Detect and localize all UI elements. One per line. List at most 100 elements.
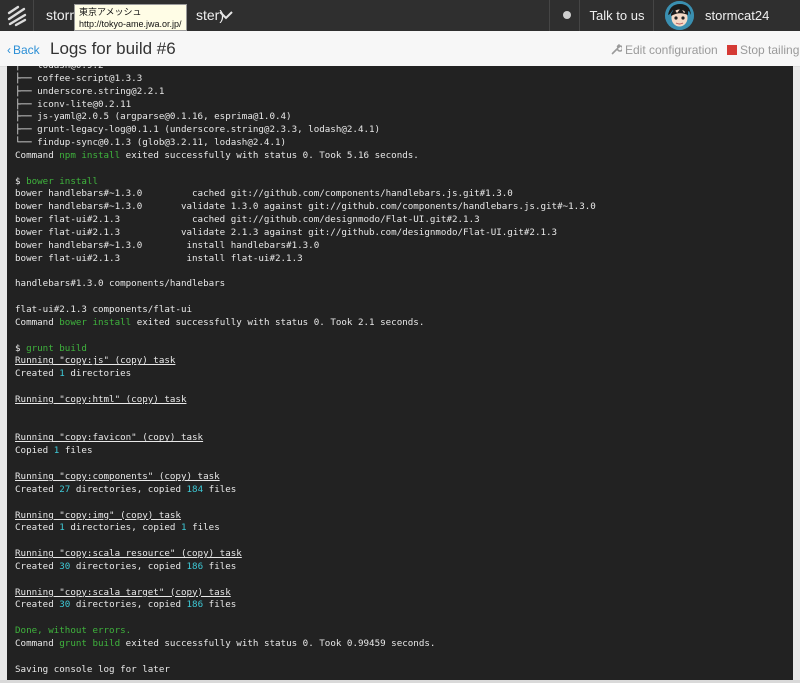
console-text: directories, copied [70, 483, 187, 495]
console-line: Created 30 directories, copied 186 files [15, 599, 596, 612]
console-text: handlebars#1.3.0 components/handlebars [15, 278, 226, 290]
console-line: flat-ui#2.1.3 components/flat-ui [15, 304, 596, 317]
status-dot-icon [563, 11, 571, 19]
console-text: bower flat-ui#2.1.3 validate 2.1.3 again… [15, 226, 558, 238]
browser-tooltip: 東京アメッシュ http://tokyo-ame.jwa.or.jp/ [74, 4, 187, 31]
chevron-down-icon[interactable] [218, 9, 234, 21]
console-text: Saving console log for later [15, 663, 170, 675]
talk-to-us-link[interactable]: Talk to us [582, 0, 652, 31]
console-text: Running "copy:components" (copy) task [15, 471, 220, 482]
console-line: Running "copy:scala_resource" (copy) tas… [15, 548, 596, 561]
console-text: 30 [59, 599, 71, 611]
console-line: ├── js-yaml@2.0.5 (argparse@0.1.16, espr… [15, 111, 596, 124]
stop-tailing-button[interactable]: Stop tailing [727, 31, 799, 67]
console-text: $ [15, 175, 27, 187]
console-line: Running "copy:scala_target" (copy) task [15, 587, 596, 600]
console-text: grunt build [59, 637, 121, 649]
console-line: └── findup-sync@0.1.3 (glob@3.2.11, loda… [15, 137, 596, 150]
console-text: bower install [59, 316, 132, 328]
console-line: bower flat-ui#2.1.3 install flat-ui#2.1.… [15, 253, 596, 266]
console-line: bower handlebars#~1.3.0 install handleba… [15, 240, 596, 253]
edit-configuration-label: Edit configuration [625, 43, 718, 57]
console-line: bower handlebars#~1.3.0 cached git://git… [15, 188, 596, 201]
console-text: directories, copied [70, 599, 187, 611]
console-text: Running "copy:favicon" (copy) task [15, 432, 204, 444]
console-line: Running "copy:js" (copy) task [15, 355, 596, 368]
console-text: Running "copy:js" (copy) task [15, 355, 176, 367]
back-chevron-icon: ‹ [7, 43, 11, 57]
console-text: Running "copy:scala_target" (copy) task [15, 586, 231, 598]
logo-icon[interactable] [0, 0, 34, 31]
console-log[interactable]: ├── lodash@0.9.2├── coffee-script@1.3.3├… [7, 66, 793, 680]
page-header: ‹ Back Logs for build #6 Edit configurati… [0, 31, 800, 67]
console-text: ├── grunt-legacy-log@0.1.1 (underscore.s… [15, 124, 381, 136]
console-line: Running "copy:components" (copy) task [15, 471, 596, 484]
console-line: bower flat-ui#2.1.3 validate 2.1.3 again… [15, 227, 596, 240]
console-text: Created [15, 483, 60, 495]
console-text: files [203, 560, 237, 572]
console-line: Command grunt build exited successfully … [15, 638, 596, 651]
back-link[interactable]: ‹ Back [7, 31, 40, 67]
console-text: files [186, 522, 220, 534]
nav-divider [579, 0, 580, 31]
console-text: directories [64, 368, 132, 380]
console-text: $ [15, 342, 27, 354]
console-text: Command [15, 637, 60, 649]
stop-square-icon [727, 45, 737, 55]
console-text: 184 [186, 483, 204, 495]
console-text: bower handlebars#~1.3.0 cached git://git… [15, 188, 513, 200]
console-text: Created [15, 522, 60, 534]
console-line: Copied 1 files [15, 445, 596, 458]
console-line: handlebars#1.3.0 components/handlebars [15, 278, 596, 291]
console-line: Running "copy:img" (copy) task [15, 510, 596, 523]
console-line: bower flat-ui#2.1.3 cached git://github.… [15, 214, 596, 227]
tooltip-title: 東京アメッシュ [79, 7, 142, 17]
console-output: ├── lodash@0.9.2├── coffee-script@1.3.3├… [15, 66, 596, 677]
tooltip-url: http://tokyo-ame.jwa.or.jp/ [79, 19, 182, 29]
console-text: Created [15, 599, 60, 611]
console-text: files [59, 445, 93, 457]
console-text: bower handlebars#~1.3.0 validate 1.3.0 a… [15, 201, 596, 213]
console-text: exited successfully with status 0. Took … [131, 316, 425, 328]
console-line: ├── grunt-legacy-log@0.1.1 (underscore.s… [15, 124, 596, 137]
console-line: ├── lodash@0.9.2 [15, 66, 596, 73]
console-text: Done, without errors. [15, 625, 132, 637]
console-line: Command bower install exited successfull… [15, 317, 596, 330]
console-text: 186 [186, 599, 204, 611]
top-navbar: storm ster) 東京アメッシュ http://tokyo-ame.jwa… [0, 0, 800, 31]
username[interactable]: stormcat24 [705, 0, 769, 31]
console-text: files [203, 599, 237, 611]
console-line: Created 1 directories [15, 368, 596, 381]
wrench-icon [611, 44, 622, 55]
edit-configuration-link[interactable]: Edit configuration [611, 31, 718, 67]
console-text: exited successfully with status 0. Took … [120, 637, 436, 649]
console-line: Running "copy:favicon" (copy) task [15, 432, 596, 445]
console-line: ├── coffee-script@1.3.3 [15, 73, 596, 86]
console-text: Created [15, 368, 60, 380]
console-text: 30 [59, 560, 71, 572]
console-line: ├── underscore.string@2.2.1 [15, 86, 596, 99]
back-label: Back [13, 43, 40, 57]
console-text: Created [15, 560, 60, 572]
stop-tailing-label: Stop tailing [740, 43, 800, 57]
console-line: Saving console log for later [15, 664, 596, 677]
console-line: $ grunt build [15, 343, 596, 356]
console-line: $ bower install [15, 176, 596, 189]
console-text: Command [15, 149, 60, 161]
avatar[interactable] [665, 1, 694, 30]
console-text: bower flat-ui#2.1.3 cached git://github.… [15, 214, 480, 226]
console-text: 27 [59, 483, 71, 495]
console-text: directories, copied [64, 522, 181, 534]
console-line: bower handlebars#~1.3.0 validate 1.3.0 a… [15, 201, 596, 214]
console-line: Command npm install exited successfully … [15, 150, 596, 163]
